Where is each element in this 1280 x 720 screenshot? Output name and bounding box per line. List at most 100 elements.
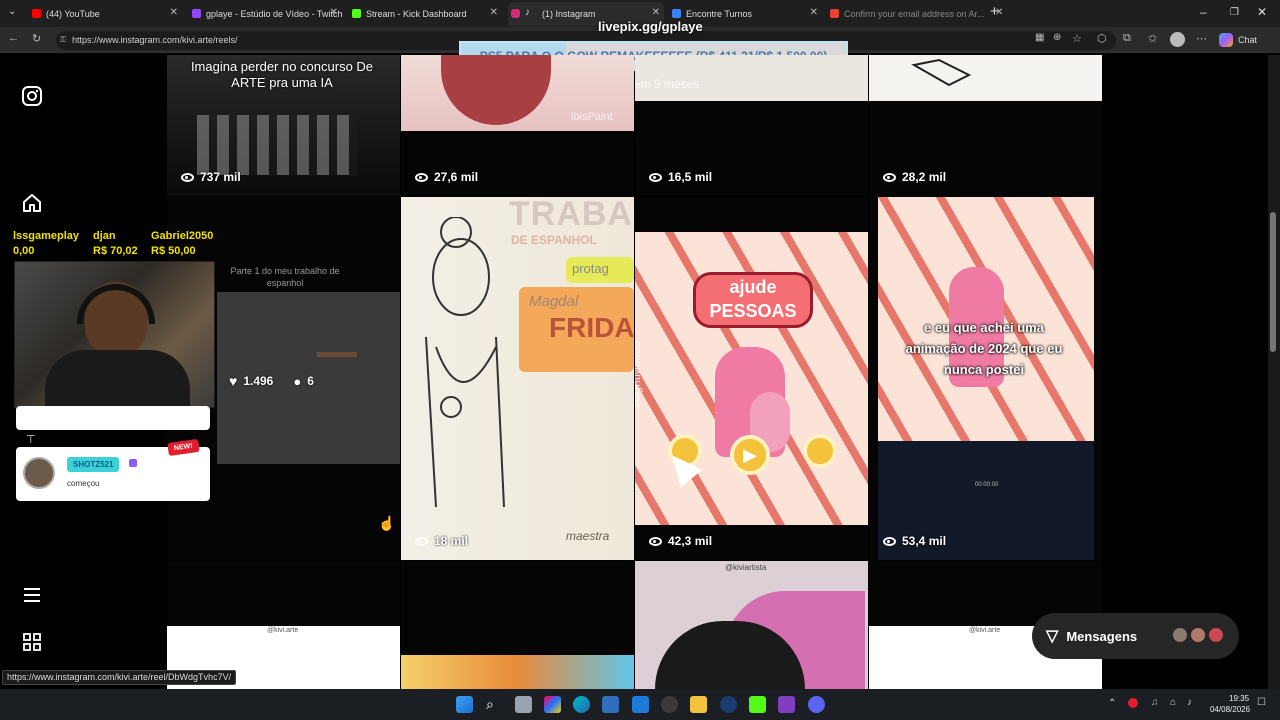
favorite-icon[interactable]: ☆	[1072, 32, 1082, 45]
donor-name: lssgameplay	[13, 230, 80, 242]
microphone-icon[interactable]: ♫	[1151, 697, 1159, 708]
reel-handle: @kiviartista	[725, 563, 767, 572]
zoom-icon[interactable]: ⊕	[1053, 32, 1061, 43]
watermark: ibisPaint	[571, 111, 613, 123]
thumbnail-bar	[317, 352, 357, 357]
instagram-icon	[511, 9, 520, 18]
tab-title: Confirm your email address on Ar...	[844, 9, 985, 19]
headphones	[77, 284, 155, 324]
new-badge: NEW!	[167, 438, 200, 457]
home-icon[interactable]	[22, 193, 44, 215]
reel-tile[interactable]: ibisPaint 27,6 mil	[401, 55, 634, 196]
editor-timecode: 00:00:00	[975, 482, 999, 488]
more-apps-icon[interactable]	[22, 632, 44, 654]
eye-icon	[883, 172, 896, 182]
tray-chevron-icon[interactable]: ⌃	[1108, 698, 1116, 709]
scrollbar-track[interactable]	[1268, 55, 1280, 689]
tab-title: Encontre Turnos	[686, 9, 753, 19]
shirt-print	[197, 115, 357, 175]
copilot-icon[interactable]	[1219, 33, 1233, 47]
outlook-icon[interactable]	[632, 696, 649, 713]
chat-message: começou	[67, 479, 100, 488]
close-window-icon[interactable]: ✕	[1257, 5, 1267, 19]
reel-tile[interactable]: Imagina perder no concurso De ARTE pra u…	[167, 55, 400, 196]
tab-youtube[interactable]: (44) YouTube ✕	[30, 2, 182, 26]
close-tab-icon[interactable]: ✕	[810, 7, 818, 18]
chatgpt-icon[interactable]	[661, 696, 678, 713]
scrollbar-thumb[interactable]	[1270, 212, 1276, 352]
settings-icon	[803, 434, 837, 468]
messages-button[interactable]: ▽ Mensagens	[1032, 613, 1239, 659]
site-info-icon[interactable]: ⚿	[60, 35, 66, 45]
reel-tile[interactable]	[401, 561, 634, 689]
reel-tile[interactable]: e eu que achei uma animação de 2024 que …	[869, 197, 1102, 560]
reel-tile[interactable]: TRABA DE ESPANHOL protag Magdal FRIDA ma…	[401, 197, 634, 560]
close-tab-icon[interactable]: ✕	[330, 7, 338, 18]
tab-actions-icon[interactable]: ⌄	[8, 6, 16, 17]
close-tab-icon[interactable]: ✕	[652, 7, 660, 18]
chat-avatar	[23, 457, 55, 489]
donor-name: Gabriel2050	[151, 230, 214, 242]
task-view-icon[interactable]	[515, 696, 532, 713]
minimize-icon[interactable]: –	[1200, 5, 1207, 19]
widgets-icon[interactable]	[544, 696, 561, 713]
page-icon	[672, 9, 681, 18]
speaker-icon[interactable]: ♪	[525, 7, 530, 18]
menu-icon[interactable]	[22, 585, 44, 607]
store-icon[interactable]	[602, 696, 619, 713]
volume-icon[interactable]: ♪	[1187, 697, 1192, 708]
eye-icon	[649, 536, 662, 546]
obs-icon[interactable]	[778, 696, 795, 713]
notifications-icon[interactable]: ☐	[1257, 697, 1266, 708]
chat-message-card: SHOTZ521 NEW! começou	[16, 438, 210, 501]
folder-icon[interactable]	[690, 696, 707, 713]
hand-cursor-icon: ☝	[378, 515, 396, 531]
reload-icon[interactable]: ↻	[32, 32, 41, 45]
chat-username: SHOTZ521	[67, 457, 120, 472]
reel-caption-sub: DE ESPANHOL	[511, 233, 597, 247]
tab-twitch[interactable]: gplaye - Estúdio de Vídeo - Twitch ✕	[190, 2, 342, 26]
heart-icon: ♥	[229, 373, 238, 389]
avatar	[1189, 626, 1207, 644]
tab-email[interactable]: Confirm your email address on Ar...	[828, 2, 988, 26]
reel-tile[interactable]: Termina em 9 meses 16,5 mil	[635, 55, 868, 196]
close-tab-icon[interactable]: ✕	[170, 7, 178, 18]
new-tab-button[interactable]: +	[990, 3, 999, 20]
clock-date[interactable]: 04/08/2026	[1210, 705, 1250, 714]
more-icon[interactable]: ⋯	[1196, 32, 1207, 45]
view-count: 737 mil	[181, 170, 241, 184]
reel-tile[interactable]: 28,2 mil	[869, 55, 1102, 196]
edge-icon[interactable]	[573, 696, 590, 713]
steam-icon[interactable]	[720, 696, 737, 713]
tab-title: (1) Instagram	[542, 9, 596, 19]
start-icon[interactable]	[456, 696, 473, 713]
network-icon[interactable]: ⌂	[1170, 697, 1176, 708]
back-icon[interactable]: ←	[8, 32, 19, 44]
reel-tile[interactable]: ajude PESSOAS ▶ AlightMotion 42,3 mil	[635, 197, 868, 560]
clock-time[interactable]: 19:35	[1229, 694, 1249, 703]
favorites-icon[interactable]: ✩	[1148, 32, 1157, 45]
discord-icon[interactable]	[808, 696, 825, 713]
view-count: 27,6 mil	[415, 170, 478, 184]
split-screen-icon[interactable]: ⧉	[1123, 32, 1131, 45]
profile-avatar[interactable]	[1170, 32, 1185, 47]
kick-icon[interactable]	[749, 696, 766, 713]
search-icon[interactable]: ⌕	[486, 696, 503, 713]
donor-amount: R$ 70,02	[93, 245, 138, 257]
reel-caption: Imagina perder no concurso De ARTE pra u…	[190, 59, 374, 90]
streamer-webcam	[14, 261, 215, 408]
kick-icon	[352, 9, 361, 18]
avatar	[1207, 626, 1225, 644]
grid-icon[interactable]: ▦	[1035, 32, 1044, 43]
eye-icon	[181, 172, 194, 182]
tab-kick[interactable]: Stream - Kick Dashboard ✕	[350, 2, 502, 26]
play-icon[interactable]: ▶	[730, 435, 770, 475]
restore-icon[interactable]: ❐	[1230, 7, 1239, 18]
view-count: 18 mil	[415, 534, 468, 548]
reel-tile[interactable]: @kiviartista	[635, 561, 868, 689]
chat-label[interactable]: Chat	[1238, 35, 1257, 45]
close-tab-icon[interactable]: ✕	[490, 7, 498, 18]
extensions-icon[interactable]: ⬡	[1097, 32, 1107, 45]
tray-app-icon[interactable]	[1128, 698, 1138, 708]
instagram-logo-icon[interactable]	[22, 86, 44, 108]
